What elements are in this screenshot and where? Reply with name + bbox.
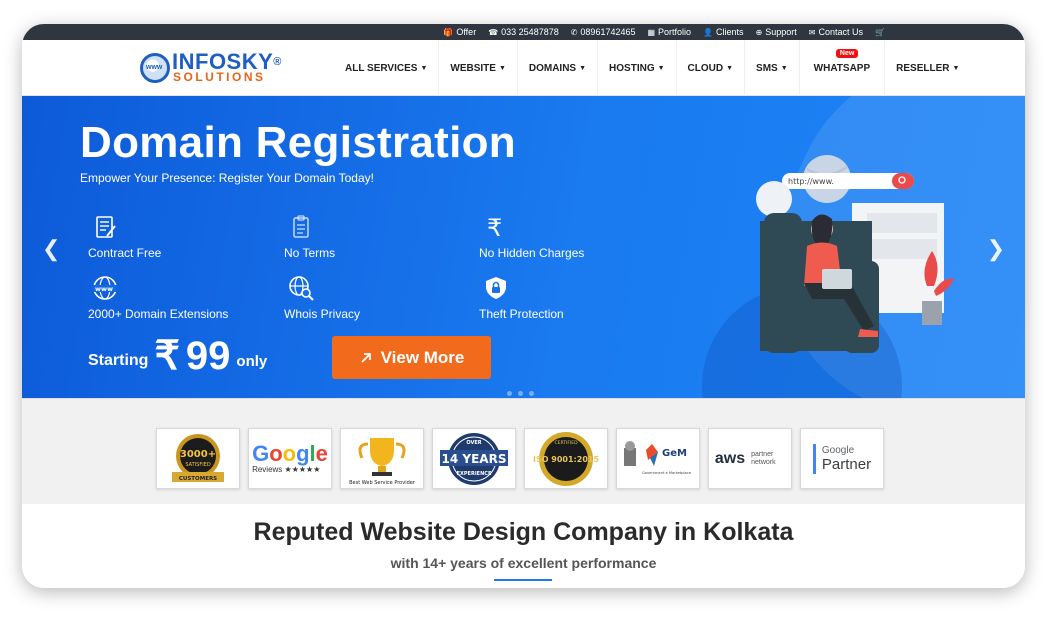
whatsapp-link[interactable]: ✆ 08961742465 bbox=[571, 27, 636, 37]
rupee-symbol: ₹ bbox=[154, 334, 180, 378]
www-globe-icon: www bbox=[93, 276, 117, 300]
envelope-icon: ✉ bbox=[808, 27, 816, 37]
logo-tagline: SOLUTIONS bbox=[173, 70, 266, 84]
nav-cloud[interactable]: CLOUD ▼ bbox=[677, 40, 746, 96]
hero-title: Domain Registration bbox=[80, 118, 516, 167]
support-link[interactable]: ⊕ Support bbox=[756, 27, 797, 37]
svg-text:Government e Marketplace: Government e Marketplace bbox=[642, 471, 692, 475]
svg-text:CUSTOMERS: CUSTOMERS bbox=[179, 476, 217, 482]
phone-icon: ☎ bbox=[488, 27, 499, 37]
nav-hosting[interactable]: HOSTING ▼ bbox=[598, 40, 677, 96]
caret-down-icon: ▼ bbox=[498, 64, 506, 72]
view-more-button[interactable]: View More bbox=[332, 336, 491, 379]
new-badge: New bbox=[835, 49, 859, 58]
offer-link[interactable]: 🎁 Offer bbox=[443, 27, 476, 37]
illustration-url-text: http://www. bbox=[788, 177, 834, 186]
iso-badge: CERTIFIED ISO 9001:2015 bbox=[524, 428, 608, 489]
svg-text:₹: ₹ bbox=[487, 214, 502, 240]
slider-dots[interactable] bbox=[507, 391, 534, 396]
feature-theft-protection: Theft Protection bbox=[479, 275, 564, 321]
aws-badge: aws partner network bbox=[708, 428, 792, 489]
site-header: INFOSKY® SOLUTIONS ALL SERVICES▼ WEBSITE… bbox=[22, 40, 1025, 96]
trust-badges-strip: 3000+ SATISFIED CUSTOMERS Google Reviews… bbox=[22, 398, 1025, 504]
caret-down-icon: ▼ bbox=[952, 64, 960, 72]
contract-icon bbox=[96, 216, 116, 238]
svg-text:SATISFIED: SATISFIED bbox=[185, 462, 211, 468]
svg-text:GeM: GeM bbox=[662, 448, 687, 459]
grid-icon: ▦ bbox=[647, 27, 656, 37]
best-web-service-badge: Best Web Service Provider bbox=[340, 428, 424, 489]
rupee-icon: ₹ bbox=[487, 214, 502, 240]
starting-price: Starting ₹ 99 only bbox=[88, 334, 268, 378]
hero-slider: Domain Registration Empower Your Presenc… bbox=[22, 96, 1025, 398]
feature-whois-privacy: Whois Privacy bbox=[284, 275, 360, 321]
support-icon: ⊕ bbox=[755, 27, 763, 37]
phone-link[interactable]: ☎ 033 25487878 bbox=[488, 27, 559, 37]
globe-logo-icon bbox=[140, 53, 170, 83]
cart-link[interactable]: 🛒 bbox=[875, 28, 885, 37]
whatsapp-icon: ✆ bbox=[570, 27, 578, 37]
clipboard-icon bbox=[293, 215, 309, 238]
svg-text:Best Web Service Provider: Best Web Service Provider bbox=[349, 480, 416, 486]
svg-text:EXPERIENCE: EXPERIENCE bbox=[457, 471, 492, 477]
nav-website[interactable]: WEBSITE ▼ bbox=[439, 40, 518, 96]
nav-all-services[interactable]: ALL SERVICES ▼ bbox=[334, 40, 440, 96]
section-title: Reputed Website Design Company in Kolkat… bbox=[253, 518, 794, 546]
satisfied-customers-badge: 3000+ SATISFIED CUSTOMERS bbox=[156, 428, 240, 489]
14-years-badge: OVER 14 YEARS EXPERIENCE bbox=[432, 428, 516, 489]
main-nav: ALL SERVICES ▼ WEBSITE ▼ DOMAINS ▼ HOSTING ▼… bbox=[334, 40, 970, 96]
browser-frame: 🎁 Offer ☎ 033 25487878 ✆ 08961742465 ▦ Portf… bbox=[22, 24, 1025, 588]
shield-lock-icon bbox=[486, 277, 506, 299]
hero-subtitle: Empower Your Presence: Register Your Dom… bbox=[80, 171, 374, 185]
caret-down-icon: ▼ bbox=[780, 64, 788, 72]
caret-down-icon: ▼ bbox=[726, 64, 734, 72]
svg-text:3000+: 3000+ bbox=[180, 449, 216, 460]
contact-link[interactable]: ✉ Contact Us bbox=[809, 27, 863, 37]
gift-icon: 🎁 bbox=[443, 27, 454, 37]
google-reviews-text: Reviews ★★★★★ bbox=[252, 465, 321, 474]
title-underline bbox=[494, 579, 552, 581]
nav-whatsapp[interactable]: New WHATSAPP bbox=[800, 40, 886, 96]
google-partner-badge: Google Partner bbox=[800, 428, 884, 489]
logo-reg-mark: ® bbox=[273, 56, 282, 68]
cart-icon: 🛒 bbox=[875, 27, 885, 37]
top-contact-bar: 🎁 Offer ☎ 033 25487878 ✆ 08961742465 ▦ Portf… bbox=[22, 24, 1025, 40]
intro-section: Reputed Website Design Company in Kolkat… bbox=[22, 504, 1025, 588]
caret-down-icon: ▼ bbox=[579, 64, 587, 72]
portfolio-link[interactable]: ▦ Portfolio bbox=[647, 27, 691, 37]
arrow-up-right-icon bbox=[360, 352, 371, 363]
site-logo[interactable]: INFOSKY® SOLUTIONS bbox=[140, 50, 285, 86]
section-subtitle: with 14+ years of excellent performance bbox=[390, 555, 657, 571]
slider-prev-arrow[interactable]: ❮ bbox=[42, 236, 60, 262]
slider-next-arrow[interactable]: ❯ bbox=[987, 236, 1005, 262]
nav-reseller[interactable]: RESELLER ▼ bbox=[885, 40, 970, 96]
feature-no-terms: No Terms bbox=[284, 214, 335, 260]
price-amount: 99 bbox=[185, 334, 231, 378]
svg-text:www: www bbox=[95, 285, 113, 293]
feature-contract-free: Contract Free bbox=[88, 214, 161, 260]
svg-text:OVER: OVER bbox=[466, 440, 481, 446]
woman-laptop-illustration: http://www. bbox=[756, 155, 954, 353]
nav-sms[interactable]: SMS ▼ bbox=[745, 40, 800, 96]
clients-link[interactable]: 👤 Clients bbox=[703, 27, 743, 37]
google-reviews-badge: Google Reviews ★★★★★ bbox=[248, 428, 332, 489]
caret-down-icon: ▼ bbox=[657, 64, 665, 72]
globe-search-icon bbox=[289, 276, 314, 301]
caret-down-icon: ▼ bbox=[420, 64, 428, 72]
feature-domain-extensions: www 2000+ Domain Extensions bbox=[88, 275, 228, 321]
user-icon: 👤 bbox=[703, 27, 714, 37]
nav-domains[interactable]: DOMAINS ▼ bbox=[518, 40, 599, 96]
svg-text:14 YEARS: 14 YEARS bbox=[442, 452, 507, 466]
svg-text:CERTIFIED: CERTIFIED bbox=[554, 440, 578, 446]
feature-no-hidden-charges: ₹ No Hidden Charges bbox=[479, 214, 585, 260]
gem-badge: GeM Government e Marketplace bbox=[616, 428, 700, 489]
svg-text:ISO 9001:2015: ISO 9001:2015 bbox=[533, 455, 599, 464]
